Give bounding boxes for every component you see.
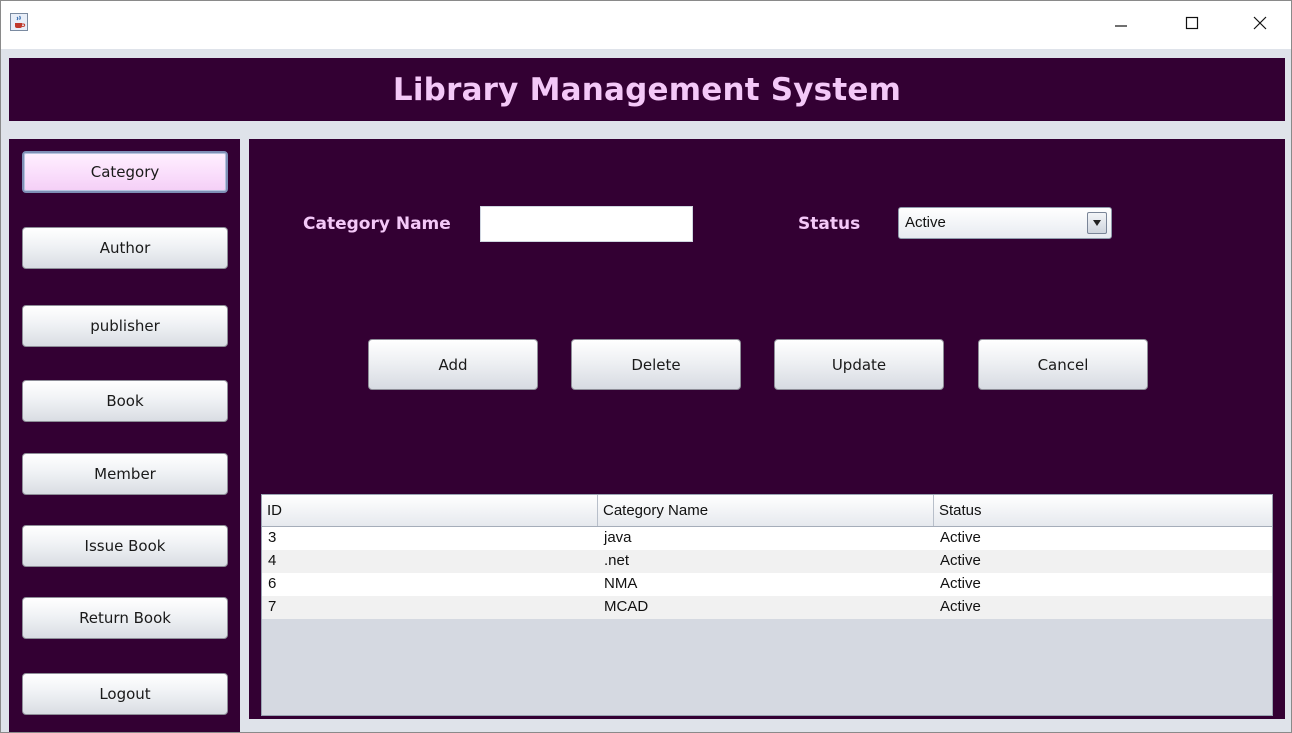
- table-row[interactable]: 6 NMA Active: [262, 573, 1272, 596]
- sidebar: Category Author publisher Book Member Is…: [9, 139, 240, 732]
- minimize-button[interactable]: [1098, 1, 1144, 49]
- minimize-icon: [1114, 16, 1128, 35]
- table-row[interactable]: 4 .net Active: [262, 550, 1272, 573]
- sidebar-item-return-book[interactable]: Return Book: [22, 597, 228, 639]
- table-body: 3 java Active 4 .net Active 6 NMA Active…: [262, 527, 1272, 619]
- sidebar-item-publisher[interactable]: publisher: [22, 305, 228, 347]
- page-title: Library Management System: [392, 71, 902, 108]
- cancel-button[interactable]: Cancel: [978, 339, 1148, 390]
- sidebar-item-category[interactable]: Category: [22, 151, 228, 193]
- delete-button[interactable]: Delete: [571, 339, 741, 390]
- update-button[interactable]: Update: [774, 339, 944, 390]
- column-header-id[interactable]: ID: [262, 495, 598, 526]
- column-header-status[interactable]: Status: [934, 495, 1272, 526]
- status-label: Status: [798, 214, 861, 234]
- table-row[interactable]: 3 java Active: [262, 527, 1272, 550]
- cell-id: 7: [268, 598, 277, 615]
- app-window: Library Management System Category Autho…: [0, 0, 1292, 733]
- sidebar-item-book[interactable]: Book: [22, 380, 228, 422]
- title-bar[interactable]: [1, 1, 1291, 49]
- sidebar-item-author[interactable]: Author: [22, 227, 228, 269]
- cell-category-name: NMA: [604, 575, 638, 592]
- category-panel: Category Name Status Active Add Delete U…: [249, 139, 1285, 719]
- sidebar-item-member[interactable]: Member: [22, 453, 228, 495]
- close-icon: [1253, 16, 1267, 35]
- cell-status: Active: [940, 598, 981, 615]
- cell-id: 4: [268, 552, 277, 569]
- table-header: ID Category Name Status: [262, 495, 1272, 527]
- column-header-category-name[interactable]: Category Name: [598, 495, 934, 526]
- cell-category-name: .net: [604, 552, 630, 569]
- cell-status: Active: [940, 529, 981, 546]
- cell-status: Active: [940, 552, 981, 569]
- sidebar-item-issue-book[interactable]: Issue Book: [22, 525, 228, 567]
- close-button[interactable]: [1237, 1, 1283, 49]
- maximize-button[interactable]: [1169, 1, 1215, 49]
- app-header: Library Management System: [9, 58, 1285, 121]
- category-name-input[interactable]: [480, 206, 693, 242]
- cell-category-name: MCAD: [604, 598, 649, 615]
- cell-id: 6: [268, 575, 277, 592]
- maximize-icon: [1185, 16, 1199, 35]
- add-button[interactable]: Add: [368, 339, 538, 390]
- java-cup-icon[interactable]: [10, 13, 28, 31]
- category-table[interactable]: ID Category Name Status 3 java Active 4 …: [261, 494, 1273, 716]
- cell-status: Active: [940, 575, 981, 592]
- logout-button[interactable]: Logout: [22, 673, 228, 715]
- cell-id: 3: [268, 529, 277, 546]
- status-selected-value: Active: [905, 214, 946, 231]
- cell-category-name: java: [604, 529, 632, 546]
- status-select[interactable]: Active: [898, 207, 1112, 239]
- chevron-down-icon[interactable]: [1087, 212, 1107, 234]
- category-name-label: Category Name: [303, 214, 451, 234]
- table-row[interactable]: 7 MCAD Active: [262, 596, 1272, 619]
